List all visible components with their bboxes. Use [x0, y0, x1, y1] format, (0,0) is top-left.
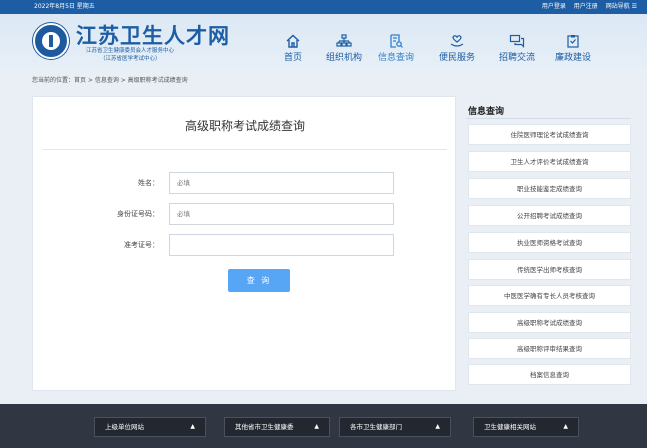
sitemap-link[interactable]: 网站导航 ☰	[606, 3, 637, 10]
nav-recruitment[interactable]: 招聘交流	[494, 34, 540, 74]
current-date: 2022年8月5日 星期五	[34, 3, 95, 10]
caret-up-icon: ▲	[435, 423, 440, 430]
name-input[interactable]	[169, 172, 394, 194]
top-bar: 2022年8月5日 星期五 用户登录 用户注册 网站导航 ☰	[0, 0, 647, 14]
caret-up-icon: ▲	[190, 423, 195, 430]
nav-services[interactable]: 便民服务	[434, 34, 480, 74]
id-number-input[interactable]	[169, 203, 394, 225]
site-header: 江苏卫生人才网 江苏省卫生健康委员会人才服务中心 （江苏省医学考试中心） 首页 …	[0, 14, 647, 70]
name-row: 姓名：	[33, 172, 457, 194]
nav-label: 廉政建设	[554, 53, 591, 63]
sidebar-item-public-recruitment[interactable]: 公开招聘考试成绩查询	[468, 205, 631, 226]
chat-icon	[509, 34, 525, 48]
heart-hand-icon	[450, 35, 464, 47]
nav-label: 信息查询	[377, 53, 414, 63]
org-chart-icon	[336, 34, 352, 47]
admission-ticket-row: 准考证号：	[33, 234, 457, 256]
top-links: 用户登录 用户注册 网站导航 ☰	[536, 0, 637, 14]
nav-label: 招聘交流	[498, 53, 535, 63]
sidebar-item-residency-exam[interactable]: 住院医师理论考试成绩查询	[468, 124, 631, 145]
name-label: 姓名：	[138, 179, 159, 187]
site-logo-icon[interactable]	[33, 23, 69, 59]
footer-city-departments[interactable]: 各市卫生健康部门 ▲	[339, 417, 451, 437]
search-document-icon	[390, 34, 403, 48]
footer-button-label: 其他省市卫生健康委	[235, 423, 294, 431]
sidebar-item-tcm-specialty[interactable]: 中医医学确有专长人员考核查询	[468, 285, 631, 306]
footer-related-sites[interactable]: 卫生健康相关网站 ▲	[473, 417, 579, 437]
divider	[43, 149, 447, 150]
id-number-label: 身份证号码：	[117, 210, 159, 218]
sidebar-item-talent-evaluation[interactable]: 卫生人才评价考试成绩查询	[468, 151, 631, 172]
nav-info-query[interactable]: 信息查询	[373, 34, 419, 74]
id-number-row: 身份证号码：	[33, 203, 457, 225]
query-button[interactable]: 查 询	[228, 269, 290, 292]
sidebar-item-archive[interactable]: 档案信息查询	[468, 364, 631, 385]
nav-label: 组织机构	[325, 53, 362, 63]
caret-up-icon: ▲	[563, 423, 568, 430]
login-link[interactable]: 用户登录	[542, 3, 566, 10]
site-subtitle: 江苏省卫生健康委员会人才服务中心	[86, 48, 175, 54]
nav-label: 首页	[283, 53, 302, 63]
home-icon	[286, 34, 300, 48]
nav-home[interactable]: 首页	[270, 34, 316, 74]
sidebar-item-senior-title-exam[interactable]: 高级职称考试成绩查询	[468, 312, 631, 333]
site-footer: 上级单位网站 ▲ 其他省市卫生健康委 ▲ 各市卫生健康部门 ▲ 卫生健康相关网站…	[0, 404, 647, 448]
sidebar-item-vocational-skill[interactable]: 职业技能鉴定成绩查询	[468, 178, 631, 199]
page-title: 高级职称考试成绩查询	[184, 119, 305, 133]
clipboard-icon	[567, 35, 579, 48]
sidebar-divider	[466, 118, 631, 119]
footer-button-label: 上级单位网站	[105, 423, 144, 431]
register-link[interactable]: 用户注册	[574, 3, 598, 10]
sidebar-item-senior-title-review[interactable]: 高级职称评审结果查询	[468, 338, 631, 359]
footer-superior-sites[interactable]: 上级单位网站 ▲	[94, 417, 206, 437]
caret-up-icon: ▲	[314, 423, 319, 430]
query-panel: 高级职称考试成绩查询 姓名： 身份证号码： 准考证号： 查 询	[32, 96, 456, 391]
nav-label: 便民服务	[438, 53, 475, 63]
footer-other-provinces[interactable]: 其他省市卫生健康委 ▲	[224, 417, 330, 437]
sidebar-title: 信息查询	[468, 107, 505, 117]
footer-button-label: 卫生健康相关网站	[484, 423, 536, 431]
footer-button-label: 各市卫生健康部门	[350, 423, 402, 431]
breadcrumb[interactable]: 您当前的位置：首页 > 信息查询 > 高级职称考试成绩查询	[32, 75, 188, 84]
admission-ticket-input[interactable]	[169, 234, 394, 256]
sidebar-item-traditional-medicine[interactable]: 传统医学出师考核查询	[468, 259, 631, 280]
site-subtitle-2: （江苏省医学考试中心）	[100, 56, 161, 62]
nav-integrity[interactable]: 廉政建设	[550, 34, 596, 74]
sidebar-item-physician-license[interactable]: 执业医师资格考试查询	[468, 232, 631, 253]
admission-ticket-label: 准考证号：	[124, 241, 159, 249]
nav-organization[interactable]: 组织机构	[321, 34, 367, 74]
